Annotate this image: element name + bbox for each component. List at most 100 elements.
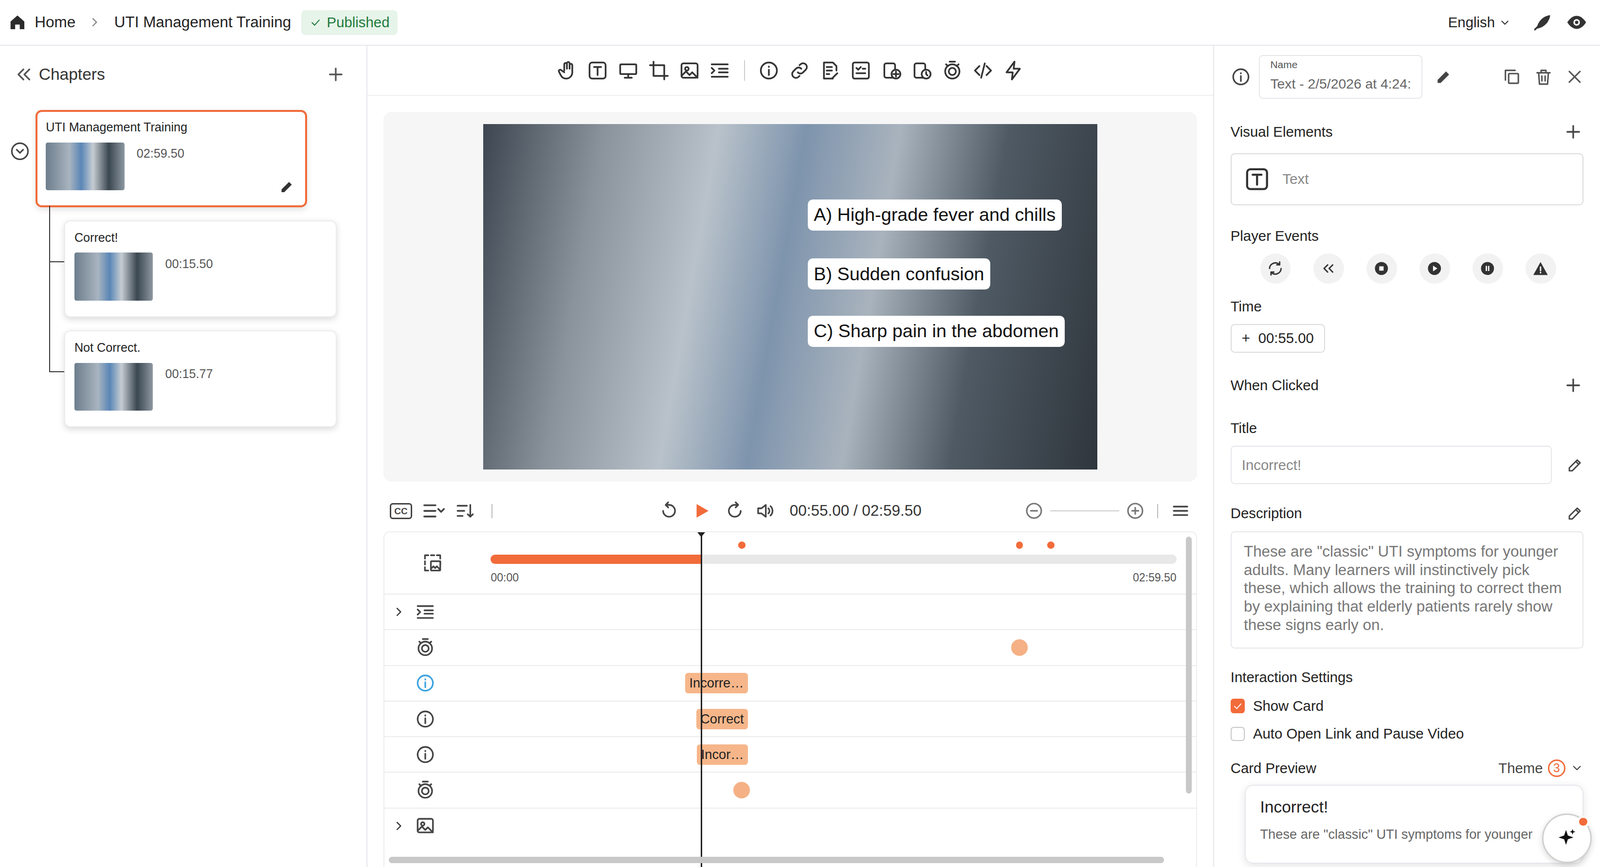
screen-tool-icon[interactable] [617, 59, 639, 82]
info-track-icon[interactable] [415, 672, 436, 694]
forward-icon[interactable] [724, 500, 746, 522]
timeline-track[interactable] [384, 593, 1196, 630]
image-tool-icon[interactable] [678, 59, 701, 82]
thumbnail-toggle-icon[interactable] [422, 552, 443, 574]
timeline-track[interactable]: Incor… [384, 736, 1196, 772]
timeline-track[interactable] [384, 807, 1196, 844]
home-icon[interactable] [8, 13, 27, 32]
play-icon[interactable] [691, 500, 712, 522]
player-event-button[interactable] [1472, 253, 1504, 285]
playhead[interactable] [700, 535, 703, 867]
preview-eye-icon[interactable] [1565, 11, 1588, 34]
horizontal-scrollbar[interactable] [388, 856, 1165, 864]
add-action-icon[interactable] [1563, 375, 1584, 396]
quiz-tool-icon[interactable] [850, 59, 872, 82]
chapters-tool-icon[interactable] [709, 59, 731, 82]
player-event-button[interactable] [1525, 253, 1557, 285]
duplicate-icon[interactable] [1502, 67, 1522, 87]
player-event-button[interactable] [1260, 253, 1291, 285]
frame-tool-icon[interactable] [648, 59, 670, 82]
event-marker[interactable] [1016, 541, 1024, 549]
expand-chevron-icon[interactable] [391, 604, 406, 619]
player-event-button[interactable] [1313, 253, 1345, 285]
edit-chapter-icon[interactable] [278, 178, 296, 196]
add-card-tool-icon[interactable] [880, 59, 903, 82]
answer-option[interactable]: A) High-grade fever and chills [807, 199, 1062, 231]
link-tool-icon[interactable] [788, 59, 811, 82]
title-value[interactable]: Incorrect! [1241, 456, 1302, 474]
captions-button[interactable]: CC [389, 503, 413, 520]
timer-dot[interactable] [733, 781, 750, 799]
title-field[interactable]: Incorrect! [1230, 445, 1553, 485]
checkbox[interactable] [1230, 698, 1245, 713]
rewind-icon[interactable] [658, 500, 680, 522]
delete-icon[interactable] [1533, 67, 1554, 87]
rocket-icon[interactable] [1531, 11, 1553, 34]
theme-chevron-icon[interactable] [1570, 761, 1584, 775]
name-field[interactable]: NameText - 2/5/2026 at 4:24: [1258, 54, 1422, 99]
zoom-in-icon[interactable] [1125, 501, 1146, 521]
add-chapter-icon[interactable] [325, 64, 346, 85]
pause-event-icon[interactable] [1478, 259, 1497, 278]
timeline-track[interactable]: Correct [384, 700, 1196, 737]
info-track-icon[interactable] [415, 744, 436, 765]
info-track-icon[interactable] [415, 709, 436, 730]
edit-name-icon[interactable] [1434, 67, 1454, 87]
event-marker[interactable] [1047, 541, 1055, 549]
language-select[interactable]: English [1448, 14, 1512, 31]
chapter-card[interactable]: UTI Management Training02:59.50 [35, 109, 308, 207]
playhead-handle[interactable] [697, 532, 706, 538]
form-tool-icon[interactable] [819, 59, 841, 82]
info-tool-icon[interactable] [758, 59, 780, 82]
description-field[interactable]: These are "classic" UTI symptoms for you… [1230, 531, 1584, 649]
home-link[interactable]: Home [34, 13, 76, 32]
sort-icon[interactable] [454, 500, 476, 522]
chevron-down-icon[interactable] [1498, 16, 1511, 29]
checkbox-label[interactable]: Auto Open Link and Pause Video [1253, 725, 1464, 743]
collapse-panel-icon[interactable] [14, 64, 35, 85]
action-tool-icon[interactable] [1002, 59, 1025, 82]
checkbox[interactable] [1230, 727, 1245, 742]
stop-event-icon[interactable] [1372, 259, 1391, 278]
checkbox-row[interactable]: Show Card [1230, 697, 1584, 715]
chapter-card[interactable]: Not Correct.00:15.77 [64, 330, 337, 428]
name-value[interactable]: Text - 2/5/2026 at 4:24: [1270, 75, 1411, 92]
pointer-tool-icon[interactable] [556, 59, 578, 82]
track-item[interactable]: Correct [696, 709, 748, 730]
rewind-event-icon[interactable] [1319, 259, 1338, 278]
timer-track-icon[interactable] [415, 780, 436, 801]
track-item[interactable]: Incor… [696, 744, 748, 765]
timeline-menu-icon[interactable] [1170, 500, 1191, 522]
answer-option[interactable]: C) Sharp pain in the abdomen [807, 315, 1066, 347]
timeline-track[interactable]: Incorre… [384, 665, 1196, 701]
edit-description-icon[interactable] [1566, 504, 1584, 523]
track-item[interactable]: Incorre… [685, 672, 748, 694]
zoom-out-icon[interactable] [1024, 501, 1044, 521]
video-frame[interactable]: A) High-grade fever and chills B) Sudden … [483, 124, 1098, 471]
chapter-card[interactable]: Correct!00:15.50 [64, 220, 337, 318]
checkbox-row[interactable]: Auto Open Link and Pause Video [1230, 725, 1584, 743]
error-event-icon[interactable] [1531, 259, 1550, 278]
timeline-track[interactable] [384, 629, 1196, 665]
sparkle-icon[interactable] [1555, 827, 1579, 850]
image-track-icon[interactable] [415, 815, 436, 837]
ai-assistant-button[interactable] [1542, 813, 1592, 864]
visual-element[interactable]: Text [1230, 153, 1584, 206]
timer-track-icon[interactable] [415, 637, 436, 658]
timed-card-tool-icon[interactable] [910, 59, 933, 82]
answer-option[interactable]: B) Sudden confusion [807, 258, 991, 290]
event-marker[interactable] [738, 541, 746, 549]
progress-track[interactable] [490, 554, 1177, 564]
restart-event-icon[interactable] [1266, 259, 1285, 278]
edit-title-icon[interactable] [1566, 456, 1584, 474]
player-event-button[interactable] [1366, 253, 1398, 285]
language-label[interactable]: English [1448, 14, 1495, 31]
volume-icon[interactable] [754, 500, 776, 522]
player-event-button[interactable] [1419, 253, 1451, 285]
expand-chevron-icon[interactable] [391, 818, 406, 834]
text-tool-icon[interactable] [586, 59, 609, 82]
timeline-track[interactable] [384, 771, 1196, 808]
vertical-scrollbar[interactable] [1185, 536, 1193, 794]
menu-options-icon[interactable] [422, 499, 445, 523]
chapters-track-icon[interactable] [415, 601, 436, 623]
